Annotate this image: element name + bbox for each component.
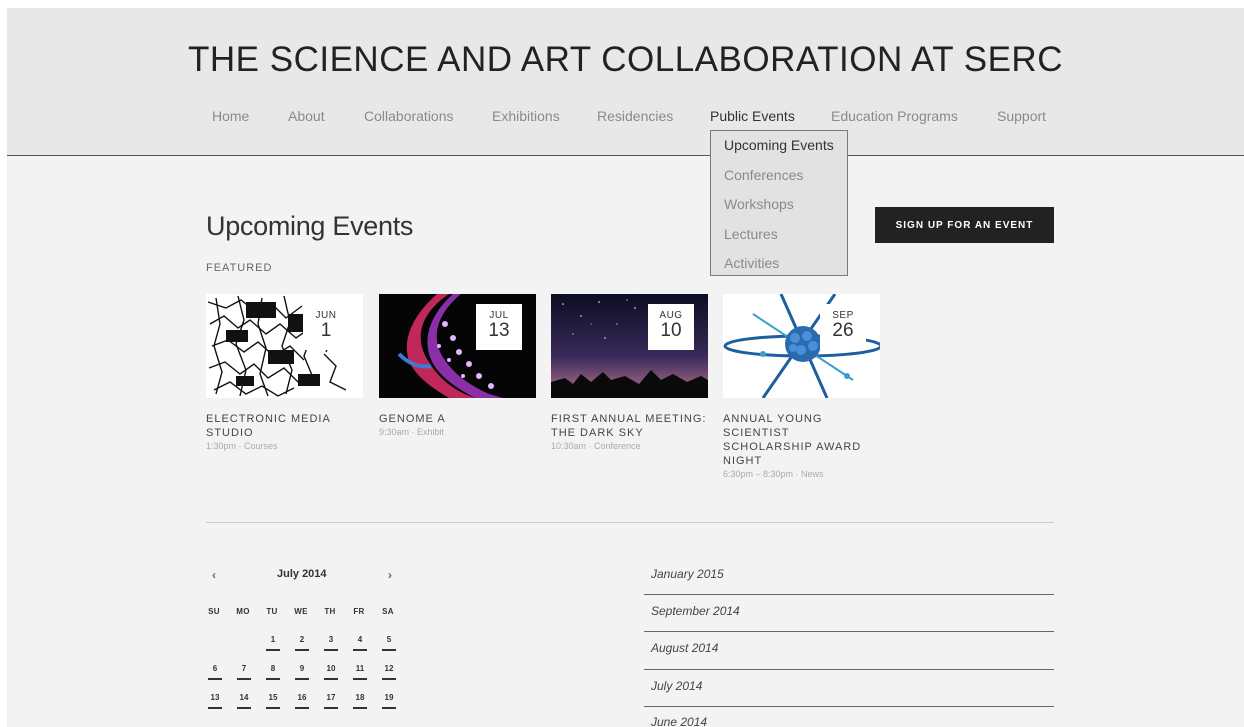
archive-divider (644, 669, 1054, 670)
public-events-dropdown: Upcoming Events Conferences Workshops Le… (710, 130, 848, 276)
event-thumbnail[interactable]: JUN 1 (206, 294, 363, 398)
nav-home[interactable]: Home (212, 108, 249, 124)
main-nav: Home About Collaborations Exhibitions Re… (7, 108, 1244, 128)
calendar-weekday: SA (382, 607, 394, 616)
event-card-electronic-media-studio[interactable]: JUN 1 ELECTRONIC MEDIA STUDIO 1:30pm · C… (206, 294, 364, 453)
event-title[interactable]: FIRST ANNUAL MEETING: THE DARK SKY (551, 412, 709, 440)
section-divider (206, 522, 1054, 523)
archive-divider (644, 631, 1054, 632)
event-title[interactable]: ANNUAL YOUNG SCIENTIST SCHOLARSHIP AWARD… (723, 412, 881, 468)
archive-month-link[interactable]: September 2014 (644, 604, 1054, 641)
calendar-day[interactable]: 18 (353, 693, 367, 709)
event-date-badge: JUN 1 (303, 304, 349, 350)
dropdown-item-workshops[interactable]: Workshops (724, 196, 794, 212)
calendar-day[interactable]: 3 (324, 635, 338, 651)
calendar-day[interactable]: 6 (208, 664, 222, 680)
event-card-scholarship-award[interactable]: SEP 26 ANNUAL YOUNG SCIENTIST SCHOLARSHI… (723, 294, 881, 481)
calendar-day[interactable]: 10 (324, 664, 338, 680)
page: THE SCIENCE AND ART COLLABORATION AT SER… (7, 8, 1244, 727)
calendar-day[interactable]: 19 (382, 693, 396, 709)
calendar-day[interactable]: 8 (266, 664, 280, 680)
calendar-day[interactable]: 1 (266, 635, 280, 651)
event-thumbnail[interactable]: SEP 26 (723, 294, 880, 398)
calendar-weekday: MO (236, 607, 250, 616)
nav-exhibitions[interactable]: Exhibitions (492, 108, 560, 124)
event-meta: 10:30am · Conference (551, 441, 641, 451)
featured-label: FEATURED (206, 262, 273, 274)
event-thumbnail[interactable]: AUG 10 (551, 294, 708, 398)
calendar-day[interactable]: 9 (295, 664, 309, 680)
page-title: Upcoming Events (206, 211, 414, 241)
event-title[interactable]: GENOME A (379, 412, 537, 426)
calendar-day[interactable]: 13 (208, 693, 222, 709)
dropdown-item-lectures[interactable]: Lectures (724, 226, 778, 242)
calendar-month-label: July 2014 (277, 568, 327, 580)
calendar-day[interactable]: 14 (237, 693, 251, 709)
nav-about[interactable]: About (288, 108, 325, 124)
archive-divider (644, 706, 1054, 707)
calendar-weekday: TH (324, 607, 336, 616)
calendar-weekday: WE (294, 607, 308, 616)
archive-month-link[interactable]: June 2014 (644, 715, 1054, 727)
nav-education-programs[interactable]: Education Programs (831, 108, 958, 124)
event-card-dark-sky[interactable]: AUG 10 FIRST ANNUAL MEETING: THE DARK SK… (551, 294, 709, 453)
event-date-badge: SEP 26 (820, 304, 866, 350)
site-header: THE SCIENCE AND ART COLLABORATION AT SER… (7, 8, 1244, 156)
archive-month-link[interactable]: August 2014 (644, 641, 1054, 678)
calendar-day[interactable]: 12 (382, 664, 396, 680)
calendar-next-icon[interactable]: › (388, 568, 392, 582)
archive-divider (644, 594, 1054, 595)
calendar-weekday: SU (208, 607, 220, 616)
calendar-weekday: FR (353, 607, 365, 616)
calendar-day[interactable]: 5 (382, 635, 396, 651)
nav-residencies[interactable]: Residencies (597, 108, 673, 124)
calendar-day[interactable]: 4 (353, 635, 367, 651)
calendar-day[interactable]: 2 (295, 635, 309, 651)
site-title[interactable]: THE SCIENCE AND ART COLLABORATION AT SER… (7, 40, 1244, 80)
dropdown-item-activities[interactable]: Activities (724, 255, 779, 271)
event-card-genome-a[interactable]: JUL 13 GENOME A 9:30am · Exhibit (379, 294, 537, 439)
event-meta: 1:30pm · Courses (206, 441, 278, 451)
nav-public-events[interactable]: Public Events (710, 108, 795, 124)
event-date-badge: AUG 10 (648, 304, 694, 350)
nav-support[interactable]: Support (997, 108, 1046, 124)
archive-month-link[interactable]: January 2015 (644, 567, 1054, 604)
nav-collaborations[interactable]: Collaborations (364, 108, 454, 124)
dropdown-item-upcoming-events[interactable]: Upcoming Events (724, 137, 834, 153)
event-title[interactable]: ELECTRONIC MEDIA STUDIO (206, 412, 364, 440)
calendar-day[interactable]: 11 (353, 664, 367, 680)
sign-up-event-button[interactable]: SIGN UP FOR AN EVENT (875, 207, 1054, 243)
event-meta: 9:30am · Exhibit (379, 427, 445, 437)
event-date-badge: JUL 13 (476, 304, 522, 350)
event-meta: 6:30pm – 8:30pm · News (723, 469, 824, 479)
calendar-day[interactable]: 17 (324, 693, 338, 709)
calendar-weekday: TU (266, 607, 278, 616)
dropdown-item-conferences[interactable]: Conferences (724, 167, 803, 183)
calendar-day[interactable]: 7 (237, 664, 251, 680)
calendar-day[interactable]: 15 (266, 693, 280, 709)
archive-month-link[interactable]: July 2014 (644, 679, 1054, 716)
calendar-day[interactable]: 16 (295, 693, 309, 709)
calendar-prev-icon[interactable]: ‹ (212, 568, 216, 582)
event-thumbnail[interactable]: JUL 13 (379, 294, 536, 398)
